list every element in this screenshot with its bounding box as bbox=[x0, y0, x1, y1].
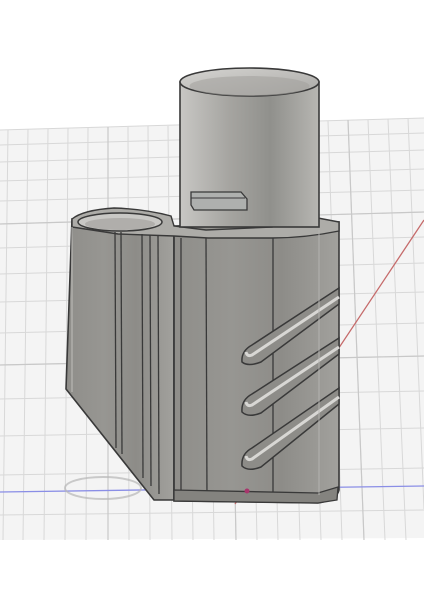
small-hole-inner bbox=[85, 218, 155, 230]
tube-inner-shadow bbox=[189, 76, 310, 96]
3d-canvas[interactable] bbox=[0, 0, 424, 600]
cad-viewport[interactable] bbox=[0, 0, 424, 600]
origin-marker[interactable] bbox=[244, 488, 250, 494]
tube-window[interactable] bbox=[190, 191, 248, 211]
viewport-svg[interactable] bbox=[0, 0, 424, 600]
